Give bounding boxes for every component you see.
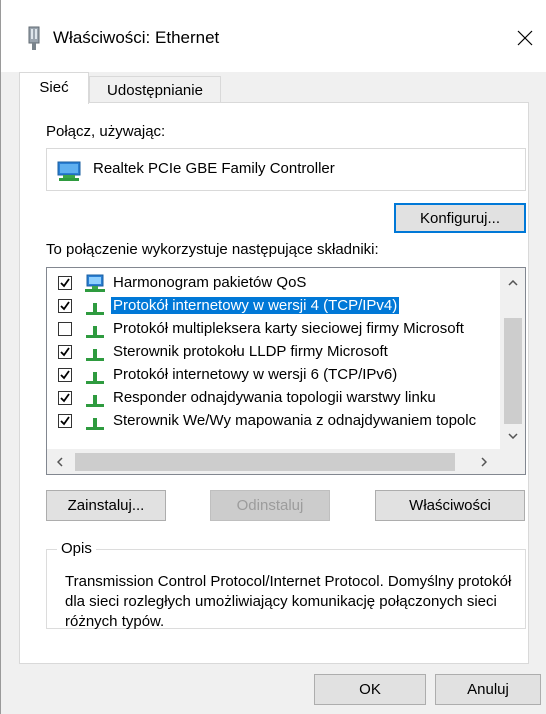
description-group: Opis Transmission Control Protocol/Inter… <box>46 540 526 630</box>
properties-dialog: Właściwości: Ethernet Sieć Udostępnianie… <box>0 0 546 714</box>
component-checkbox[interactable] <box>58 414 72 428</box>
tab-panel-network: Połącz, używając: Realtek PCIe GBE Famil… <box>19 102 529 664</box>
tab-network[interactable]: Sieć <box>19 72 89 104</box>
window-title: Właściwości: Ethernet <box>53 28 220 47</box>
horizontal-scroll-thumb[interactable] <box>75 453 455 471</box>
list-item[interactable]: Protokół multipleksera karty sieciowej f… <box>47 318 500 341</box>
component-checkbox[interactable] <box>58 276 72 290</box>
chevron-down-icon <box>508 433 518 439</box>
description-text: Transmission Control Protocol/Internet P… <box>65 573 512 630</box>
list-item[interactable]: Sterownik We/Wy mapowania z odnajdywanie… <box>47 410 500 433</box>
component-checkbox[interactable] <box>58 299 72 313</box>
network-monitor-icon <box>83 274 107 294</box>
cancel-button[interactable]: Anuluj <box>435 674 541 705</box>
properties-button[interactable]: Właściwości <box>375 490 525 521</box>
description-title: Opis <box>57 540 96 557</box>
component-label: Protokół internetowy w wersji 4 (TCP/IPv… <box>111 297 400 314</box>
checkmark-icon <box>60 393 70 403</box>
protocol-icon <box>83 366 107 386</box>
component-checkbox[interactable] <box>58 368 72 382</box>
chevron-up-icon <box>508 280 518 286</box>
vertical-scroll-thumb[interactable] <box>504 318 522 424</box>
checkmark-icon <box>60 416 70 426</box>
component-label: Responder odnajdywania topologii warstwy… <box>113 389 436 406</box>
protocol-icon <box>83 389 107 409</box>
scroll-left-button[interactable] <box>51 453 69 471</box>
list-item[interactable]: Sterownik protokołu LLDP firmy Microsoft <box>47 341 500 364</box>
protocol-icon <box>83 297 107 317</box>
uninstall-button: Odinstaluj <box>210 490 330 521</box>
protocol-icon <box>83 343 107 363</box>
install-button[interactable]: Zainstaluj... <box>46 490 166 521</box>
close-button[interactable] <box>511 24 539 52</box>
checkmark-icon <box>60 370 70 380</box>
protocol-icon <box>83 412 107 432</box>
scroll-down-button[interactable] <box>504 427 522 445</box>
title-bar: Właściwości: Ethernet <box>1 0 546 72</box>
component-label: Protokół internetowy w wersji 6 (TCP/IPv… <box>113 366 398 383</box>
vertical-scrollbar[interactable] <box>500 268 525 449</box>
chevron-right-icon <box>481 457 487 467</box>
network-adapter-icon <box>27 26 41 52</box>
network-card-icon <box>57 160 83 186</box>
adapter-name: Realtek PCIe GBE Family Controller <box>93 160 335 177</box>
list-item[interactable]: Responder odnajdywania topologii warstwy… <box>47 387 500 410</box>
tab-sharing[interactable]: Udostępnianie <box>89 76 221 103</box>
protocol-icon <box>83 320 107 340</box>
connect-using-label: Połącz, używając: <box>46 123 166 140</box>
components-list[interactable]: Harmonogram pakietów QoS Protokół intern… <box>46 267 526 475</box>
checkmark-icon <box>60 347 70 357</box>
ok-button[interactable]: OK <box>314 674 426 705</box>
checkmark-icon <box>60 278 70 288</box>
close-icon <box>517 30 533 46</box>
list-item[interactable]: Protokół internetowy w wersji 4 (TCP/IPv… <box>47 295 500 318</box>
component-checkbox[interactable] <box>58 322 72 336</box>
component-checkbox[interactable] <box>58 391 72 405</box>
horizontal-scrollbar[interactable] <box>47 449 525 474</box>
list-item[interactable]: Protokół internetowy w wersji 6 (TCP/IPv… <box>47 364 500 387</box>
component-label: Sterownik protokołu LLDP firmy Microsoft <box>113 343 388 360</box>
checkmark-icon <box>60 301 70 311</box>
component-label: Sterownik We/Wy mapowania z odnajdywanie… <box>113 412 477 429</box>
configure-button[interactable]: Konfiguruj... <box>394 203 526 233</box>
component-label: Harmonogram pakietów QoS <box>113 274 307 291</box>
list-item[interactable]: Harmonogram pakietów QoS <box>47 272 500 295</box>
chevron-left-icon <box>57 457 63 467</box>
component-checkbox[interactable] <box>58 345 72 359</box>
component-label: Protokół multipleksera karty sieciowej f… <box>113 320 464 337</box>
scroll-up-button[interactable] <box>504 274 522 292</box>
scroll-right-button[interactable] <box>475 453 493 471</box>
components-label: To połączenie wykorzystuje następujące s… <box>46 241 379 258</box>
adapter-field: Realtek PCIe GBE Family Controller <box>46 148 526 191</box>
